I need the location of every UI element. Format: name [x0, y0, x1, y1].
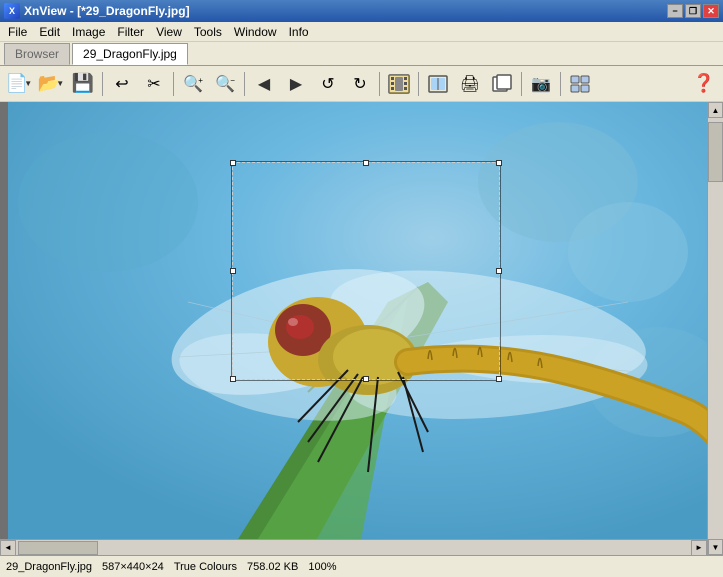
rotate-right-button[interactable]: ↻ [345, 70, 375, 98]
filmstrip-button[interactable] [384, 70, 414, 98]
save-icon: 💾 [72, 73, 94, 94]
separator-2 [173, 72, 174, 96]
menu-image[interactable]: Image [66, 23, 111, 41]
separator-5 [418, 72, 419, 96]
status-bar: 29_DragonFly.jpg 587×440×24 True Colours… [0, 555, 723, 577]
separator-1 [102, 72, 103, 96]
print-button[interactable]: 🖨 [455, 70, 485, 98]
menu-view[interactable]: View [150, 23, 188, 41]
open-arrow-icon: ▼ [56, 79, 64, 88]
app-icon: X [4, 3, 20, 19]
close-button[interactable]: ✕ [703, 4, 719, 18]
save-button[interactable]: 💾 [68, 70, 98, 98]
scroll-right-button[interactable]: ► [691, 540, 707, 556]
main-content: ▲ ▼ ◄ ► [0, 102, 723, 555]
new-button[interactable]: 📄 ▼ [4, 70, 34, 98]
new-arrow-icon: ▼ [24, 79, 32, 88]
zoom-out-button[interactable]: 🔍− [210, 70, 240, 98]
separator-6 [521, 72, 522, 96]
multipage-button[interactable] [487, 70, 517, 98]
status-zoom: 100% [308, 561, 336, 573]
next-button[interactable]: ▶ [281, 70, 311, 98]
fit-window-button[interactable] [423, 70, 453, 98]
scroll-down-button[interactable]: ▼ [708, 539, 723, 555]
capture-button[interactable]: 📷 [526, 70, 556, 98]
zoom-in-button[interactable]: 🔍+ [178, 70, 208, 98]
toolbar: 📄 ▼ 📂 ▼ 💾 ↩ ✂ 🔍+ 🔍− ◀ ▶ ↺ ↻ [0, 66, 723, 102]
tab-image[interactable]: 29_DragonFly.jpg [72, 43, 188, 65]
title-bar-left: X XnView - [*29_DragonFly.jpg] [4, 3, 190, 19]
image-canvas [0, 102, 723, 555]
menu-file[interactable]: File [2, 23, 33, 41]
prev-button[interactable]: ◀ [249, 70, 279, 98]
tab-browser[interactable]: Browser [4, 43, 70, 65]
fit-window-icon [427, 74, 449, 94]
open-button[interactable]: 📂 ▼ [36, 70, 66, 98]
status-dimensions: 587×440×24 [102, 561, 164, 573]
scissors-button[interactable]: ✂ [139, 70, 169, 98]
scroll-up-button[interactable]: ▲ [708, 102, 723, 118]
separator-7 [560, 72, 561, 96]
scroll-thumb-vertical[interactable] [708, 122, 723, 182]
window-title: XnView - [*29_DragonFly.jpg] [24, 4, 190, 18]
title-bar: X XnView - [*29_DragonFly.jpg] − ❐ ✕ [0, 0, 723, 22]
compare-icon [569, 74, 591, 94]
zoom-in-icon: 🔍+ [183, 74, 203, 94]
rotate-right-icon: ↻ [353, 74, 366, 94]
menu-tools[interactable]: Tools [188, 23, 228, 41]
status-filesize: 758.02 KB [247, 561, 298, 573]
horizontal-scrollbar[interactable]: ◄ ► [0, 539, 707, 555]
prev-icon: ◀ [258, 74, 270, 94]
restore-button[interactable]: ❐ [685, 4, 701, 18]
menu-info[interactable]: Info [283, 23, 315, 41]
tab-bar: Browser 29_DragonFly.jpg [0, 42, 723, 66]
rotate-left-icon: ↺ [321, 74, 334, 94]
status-colormode: True Colours [174, 561, 237, 573]
vertical-scrollbar[interactable]: ▲ ▼ [707, 102, 723, 555]
help-button[interactable]: ❓ [689, 70, 719, 98]
menu-filter[interactable]: Filter [111, 23, 150, 41]
menu-bar: File Edit Image Filter View Tools Window… [0, 22, 723, 42]
undo-icon: ↩ [115, 74, 128, 94]
rotate-left-button[interactable]: ↺ [313, 70, 343, 98]
separator-4 [379, 72, 380, 96]
menu-edit[interactable]: Edit [33, 23, 66, 41]
multipage-icon [491, 74, 513, 94]
camera-icon: 📷 [531, 74, 551, 94]
scroll-thumb-horizontal[interactable] [18, 541, 98, 555]
title-bar-controls[interactable]: − ❐ ✕ [667, 4, 719, 18]
filmstrip-icon [388, 74, 410, 94]
next-icon: ▶ [290, 74, 302, 94]
undo-button[interactable]: ↩ [107, 70, 137, 98]
print-icon: 🖨 [460, 74, 480, 94]
status-filename: 29_DragonFly.jpg [6, 561, 92, 573]
scroll-left-button[interactable]: ◄ [0, 540, 16, 556]
minimize-button[interactable]: − [667, 4, 683, 18]
separator-3 [244, 72, 245, 96]
zoom-out-icon: 🔍− [215, 74, 235, 94]
menu-window[interactable]: Window [228, 23, 283, 41]
help-icon: ❓ [693, 73, 715, 94]
compare-button[interactable] [565, 70, 595, 98]
scissors-icon: ✂ [147, 74, 160, 94]
